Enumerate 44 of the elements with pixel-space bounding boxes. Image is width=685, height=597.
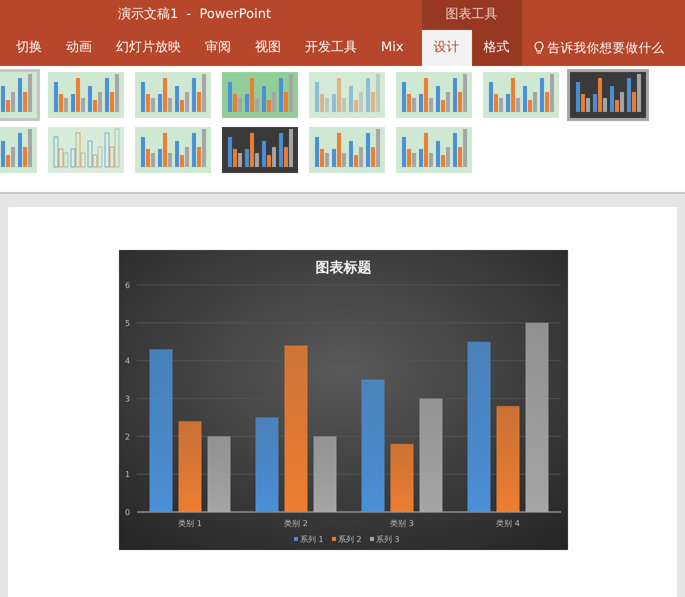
chart-style-thumbnail[interactable] xyxy=(306,69,388,121)
y-axis-label: 3 xyxy=(124,394,130,404)
ribbon-tab[interactable]: 动画 xyxy=(54,30,104,66)
chart-style-thumbnail[interactable] xyxy=(393,69,475,121)
tell-me-field[interactable]: 告诉我你想要做什么 xyxy=(548,38,665,58)
y-axis-label: 6 xyxy=(124,281,130,290)
chart-style-thumbnail[interactable] xyxy=(132,69,214,121)
legend-label: 系列 2 xyxy=(338,535,362,544)
y-axis-label: 1 xyxy=(124,470,130,480)
chart-style-thumbnail[interactable] xyxy=(480,69,562,121)
chart-style-thumbnail[interactable] xyxy=(45,69,127,121)
chart-style-thumbnail[interactable] xyxy=(45,124,127,176)
ribbon-tab[interactable]: 视图 xyxy=(243,30,293,66)
y-axis-label: 5 xyxy=(124,318,130,328)
ribbon-tab[interactable]: 幻灯片放映 xyxy=(104,30,193,66)
ribbon-tab[interactable]: 格式 xyxy=(472,30,522,66)
category-label: 类别 3 xyxy=(390,519,414,528)
legend-swatch xyxy=(370,537,374,541)
legend-label: 系列 3 xyxy=(376,535,400,544)
ribbon-tab[interactable]: Mix xyxy=(369,30,416,66)
chart-style-thumbnail[interactable] xyxy=(219,124,301,176)
lightbulb-icon xyxy=(534,41,544,55)
window-title: 演示文稿1 - PowerPoint xyxy=(118,6,272,24)
chart-style-thumbnail[interactable] xyxy=(567,69,649,121)
category-label: 类别 1 xyxy=(178,519,202,528)
chart-style-thumbnail[interactable] xyxy=(219,69,301,121)
ribbon-tab[interactable]: 审阅 xyxy=(193,30,243,66)
y-axis-label: 4 xyxy=(124,356,130,366)
chart-style-thumbnail[interactable] xyxy=(306,124,388,176)
ribbon-tab[interactable]: 开发工具 xyxy=(293,30,369,66)
y-axis-label: 0 xyxy=(124,508,130,517)
context-group-label: 图表工具 xyxy=(446,6,498,24)
chart-style-thumbnail[interactable] xyxy=(132,124,214,176)
chart-title: 图表标题 xyxy=(315,260,371,276)
chart-bar xyxy=(390,444,413,512)
legend-swatch xyxy=(332,537,336,541)
chart-style-thumbnail[interactable] xyxy=(393,124,475,176)
legend-swatch xyxy=(294,537,298,541)
legend-label: 系列 1 xyxy=(300,535,324,544)
ribbon-tab[interactable]: 设计 xyxy=(422,30,472,66)
category-label: 类别 4 xyxy=(496,519,520,528)
y-axis-label: 2 xyxy=(124,432,130,442)
ribbon-tab[interactable]: 切换 xyxy=(4,30,54,66)
category-label: 类别 2 xyxy=(284,519,308,528)
